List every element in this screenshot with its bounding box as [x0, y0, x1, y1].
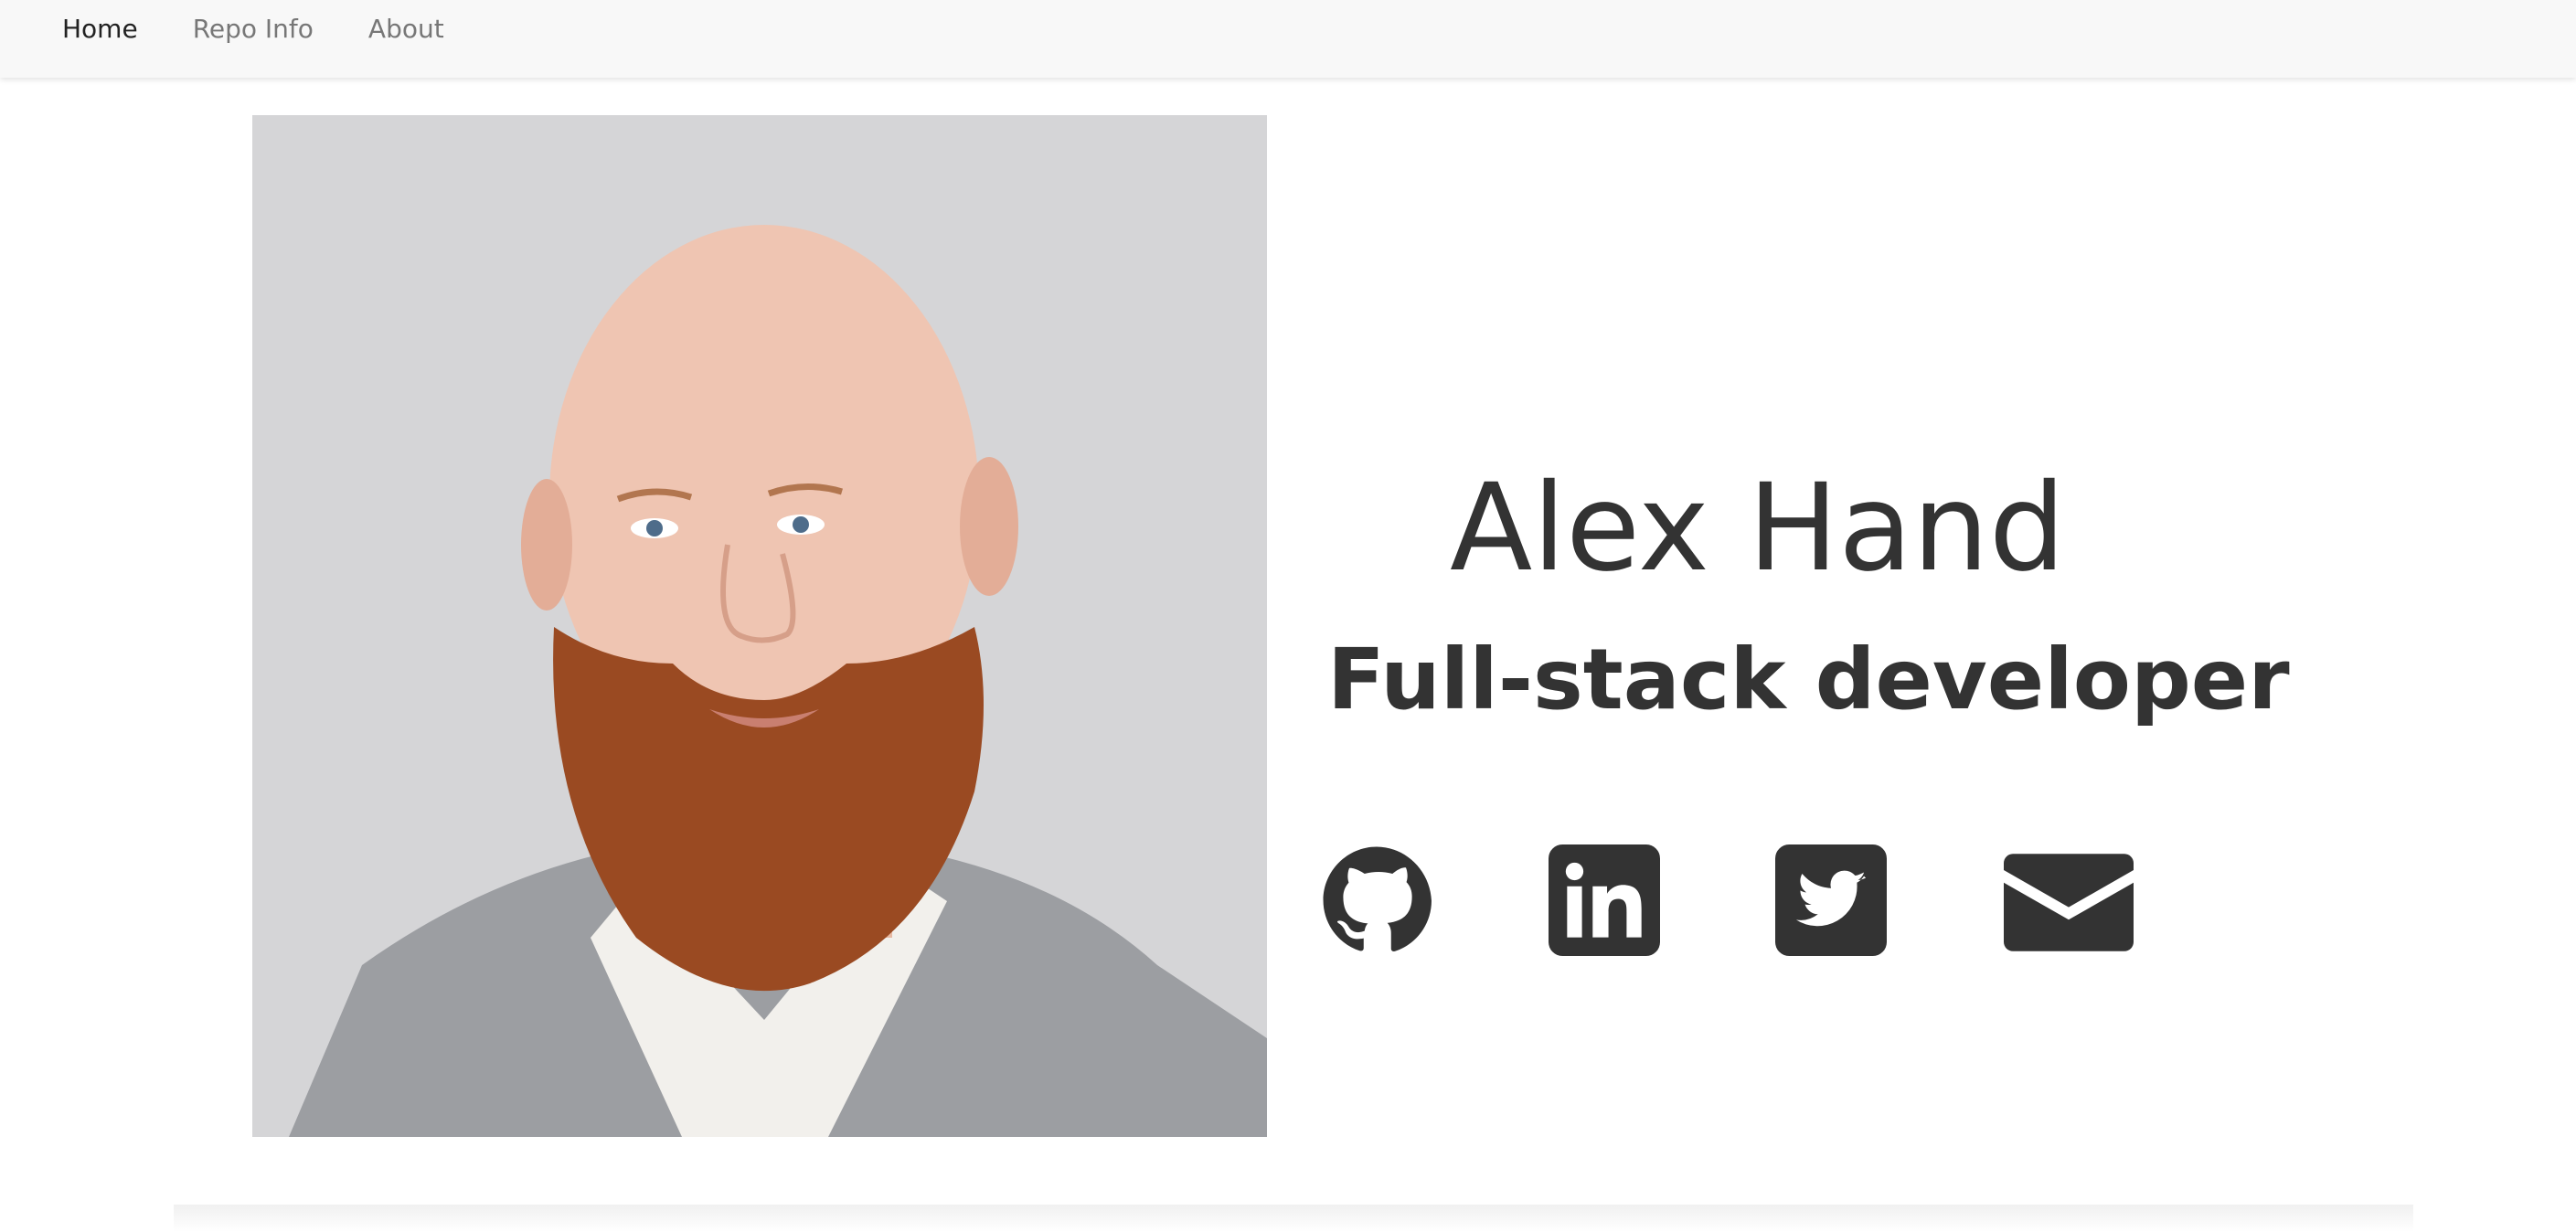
- profile-photo: [252, 115, 1267, 1137]
- nav-link-repo-info[interactable]: Repo Info: [193, 13, 314, 46]
- nav-link-about[interactable]: About: [368, 13, 444, 46]
- twitter-icon[interactable]: [1775, 844, 1887, 956]
- footer-divider: [174, 1205, 2413, 1232]
- linkedin-icon[interactable]: [1549, 844, 1660, 956]
- nav-link-home[interactable]: Home: [62, 13, 138, 46]
- email-icon[interactable]: [2004, 844, 2134, 956]
- top-navbar: Home Repo Info About: [0, 0, 2576, 78]
- github-icon[interactable]: [1321, 844, 1432, 956]
- profile-name: Alex Hand: [1450, 458, 2066, 599]
- profile-title: Full-stack developer: [1327, 631, 2290, 728]
